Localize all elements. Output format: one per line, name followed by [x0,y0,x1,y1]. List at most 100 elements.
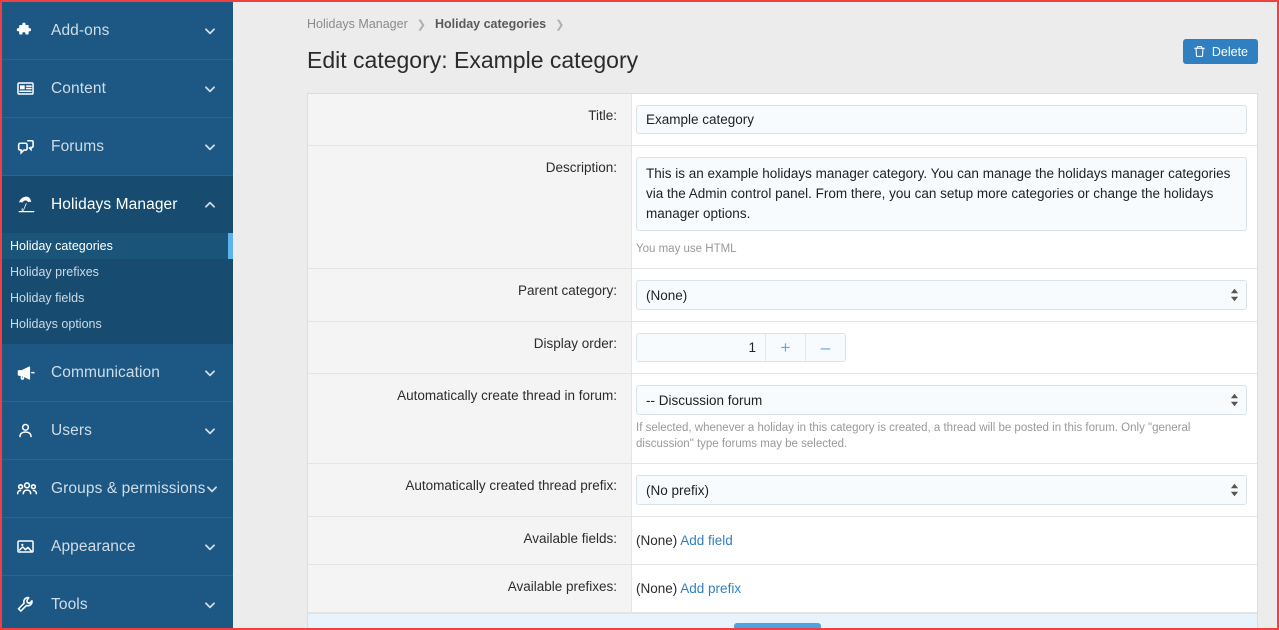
sidebar-group-header[interactable]: Tools [2,576,233,628]
sidebar-group-tools[interactable]: Tools [2,576,233,628]
form-row-available-fields: Available fields: (None) Add field [308,517,1257,565]
sidebar-group-users[interactable]: Users [2,402,233,460]
sidebar-group-header[interactable]: Holidays Manager [2,176,233,233]
description-hint: You may use HTML [636,241,1247,257]
form-row-available-prefixes: Available prefixes: (None) Add prefix [308,565,1257,613]
title-value-cell [632,94,1257,145]
sidebar-group-header[interactable]: Content [2,60,233,117]
chevron-right-icon: ❯ [555,18,564,31]
sidebar-group-label: Communication [42,364,203,382]
delete-button[interactable]: Delete [1183,39,1258,64]
page-title: Edit category: Example category [307,46,638,74]
content-icon [16,78,42,100]
form-footer: Save [308,613,1257,628]
available-prefixes-label: Available prefixes: [308,565,632,612]
description-textarea[interactable]: This is an example holidays manager cate… [636,157,1247,231]
sidebar-group-header[interactable]: Appearance [2,518,233,575]
form-row-title: Title: [308,94,1257,146]
form-row-description: Description: This is an example holidays… [308,146,1257,269]
chevron-down-icon [203,82,217,96]
display-order-decrement-button[interactable]: – [805,334,845,361]
user-icon [16,420,42,442]
parent-category-select[interactable]: (None) [636,280,1247,310]
sidebar-group-forums[interactable]: Forums [2,118,233,176]
available-prefixes-value-wrap: (None) Add prefix [636,576,1247,601]
sidebar-group-header[interactable]: Communication [2,344,233,401]
chevron-down-icon [203,424,217,438]
sidebar-group-groups-permissions[interactable]: Groups & permissions [2,460,233,518]
sidebar-group-holidays-manager[interactable]: Holidays Manager Holiday categories Holi… [2,176,233,344]
beach-umbrella-icon [16,194,42,216]
sidebar-group-label: Content [42,80,203,98]
form-row-thread-forum: Automatically create thread in forum: --… [308,374,1257,464]
thread-forum-hint: If selected, whenever a holiday in this … [636,420,1247,452]
edit-category-form: Title: Description: This is an example h… [307,93,1258,628]
display-order-input[interactable] [637,334,765,361]
main-content: Holidays Manager ❯ Holiday categories ❯ … [233,2,1277,628]
thread-forum-value-cell: -- Discussion forum If selected, wheneve… [632,374,1257,463]
sidebar-group-header[interactable]: Add-ons [2,2,233,59]
add-field-link[interactable]: Add field [680,533,733,548]
image-icon [16,536,42,558]
sidebar-item-label: Holidays options [10,317,102,331]
display-order-label: Display order: [308,322,632,373]
form-row-parent-category: Parent category: (None) [308,269,1257,322]
sidebar-group-add-ons[interactable]: Add-ons [2,2,233,60]
available-fields-value-wrap: (None) Add field [636,528,1247,553]
parent-category-label: Parent category: [308,269,632,321]
app-window: Add-ons Content [0,0,1279,630]
chevron-down-icon [203,540,217,554]
sidebar-group-label: Forums [42,138,203,156]
sidebar-item-holidays-options[interactable]: Holidays options [2,311,233,337]
sidebar-item-label: Holiday fields [10,291,84,305]
available-prefixes-value-cell: (None) Add prefix [632,565,1257,612]
thread-forum-select[interactable]: -- Discussion forum [636,385,1247,415]
sidebar-group-appearance[interactable]: Appearance [2,518,233,576]
sidebar-group-label: Tools [42,596,203,614]
sidebar-group-header[interactable]: Groups & permissions [2,460,233,517]
chevron-down-icon [203,24,217,38]
sidebar-group-label: Holidays Manager [42,196,203,214]
display-order-increment-button[interactable]: + [765,334,805,361]
save-button[interactable]: Save [734,623,822,628]
form-row-display-order: Display order: + – [308,322,1257,374]
group-icon [16,478,42,500]
title-label: Title: [308,94,632,145]
sidebar-group-header[interactable]: Users [2,402,233,459]
sidebar-item-holiday-categories[interactable]: Holiday categories [2,233,233,259]
puzzle-icon [16,20,42,42]
chevron-up-icon [203,198,217,212]
breadcrumb-item-holidays-manager[interactable]: Holidays Manager [307,17,408,31]
sidebar-group-label: Add-ons [42,22,203,40]
forums-icon [16,136,42,158]
admin-sidebar: Add-ons Content [2,2,233,628]
sidebar-group-label: Users [42,422,203,440]
available-fields-value-cell: (None) Add field [632,517,1257,564]
sidebar-group-communication[interactable]: Communication [2,344,233,402]
sidebar-item-label: Holiday prefixes [10,265,99,279]
available-prefixes-value: (None) [636,581,677,596]
sidebar-group-header[interactable]: Forums [2,118,233,175]
trash-icon [1193,45,1206,58]
wrench-icon [16,594,42,616]
thread-prefix-label: Automatically created thread prefix: [308,464,632,516]
sidebar-item-holiday-fields[interactable]: Holiday fields [2,285,233,311]
breadcrumb-item-holiday-categories[interactable]: Holiday categories [435,17,546,31]
form-row-thread-prefix: Automatically created thread prefix: (No… [308,464,1257,517]
sidebar-item-holiday-prefixes[interactable]: Holiday prefixes [2,259,233,285]
chevron-down-icon [205,482,219,496]
available-fields-value: (None) [636,533,677,548]
breadcrumb: Holidays Manager ❯ Holiday categories ❯ [247,2,1258,46]
title-input[interactable] [636,105,1247,134]
sidebar-group-content[interactable]: Content [2,60,233,118]
description-label: Description: [308,146,632,268]
delete-button-label: Delete [1212,45,1248,59]
sidebar-submenu-holidays-manager: Holiday categories Holiday prefixes Holi… [2,233,233,343]
sidebar-group-label: Appearance [42,538,203,556]
add-prefix-link[interactable]: Add prefix [680,581,741,596]
parent-category-value-cell: (None) [632,269,1257,321]
description-value-cell: This is an example holidays manager cate… [632,146,1257,268]
thread-prefix-select[interactable]: (No prefix) [636,475,1247,505]
chevron-down-icon [203,598,217,612]
sidebar-group-label: Groups & permissions [42,480,205,498]
